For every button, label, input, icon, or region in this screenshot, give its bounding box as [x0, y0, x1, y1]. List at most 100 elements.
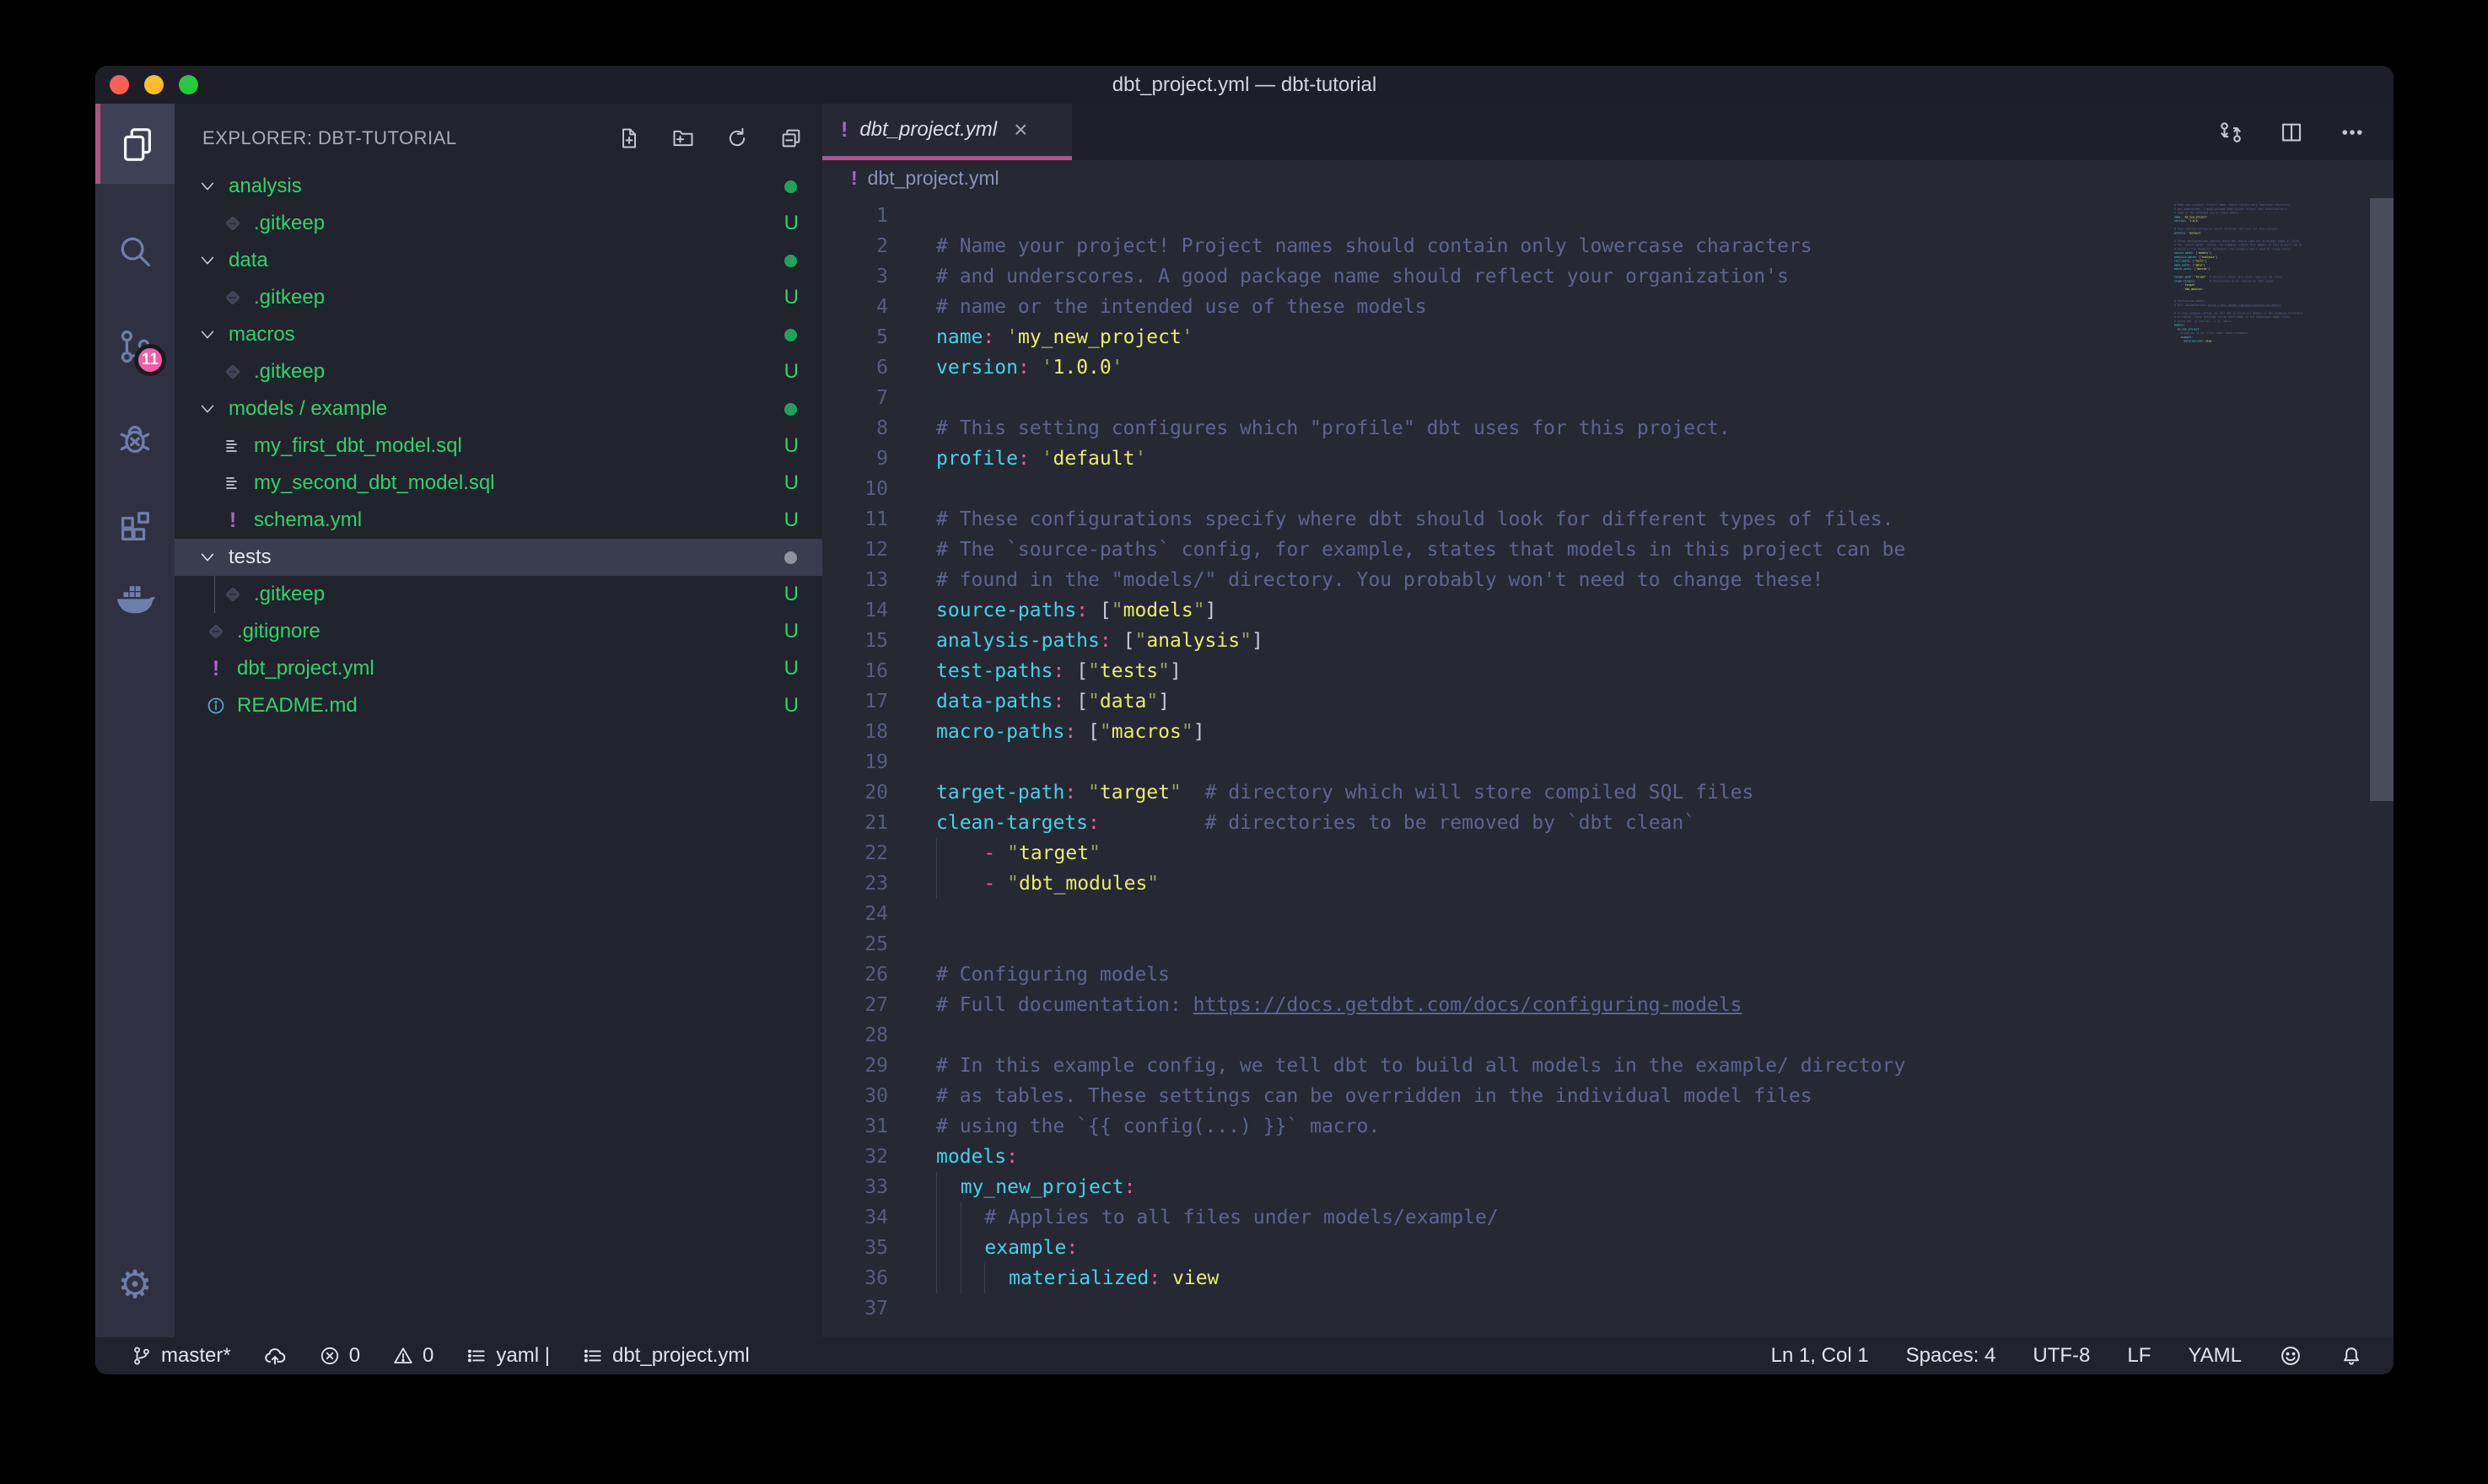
activity-item-settings[interactable]: ⚙	[95, 1244, 175, 1324]
tree-item-label: README.md	[237, 694, 358, 718]
list-selection-icon	[466, 1345, 487, 1367]
code-line-33: 33 my_new_project:	[822, 1172, 2394, 1202]
chevron-down-icon	[197, 400, 218, 418]
chevron-down-icon	[197, 251, 218, 270]
line-number: 18	[822, 717, 888, 747]
tree-item-label: data	[229, 249, 268, 272]
tree-item-my-second-dbt-model-sql[interactable]: my_second_dbt_model.sqlU	[175, 465, 822, 502]
explorer-title: EXPLORER: DBT-TUTORIAL	[202, 127, 457, 149]
new-folder-button[interactable]	[670, 126, 696, 151]
line-number: 29	[822, 1051, 888, 1081]
activity-item-source-control[interactable]: 11	[95, 306, 175, 386]
code-line-26: 26# Configuring models	[822, 960, 2394, 990]
tree-item--gitkeep[interactable]: .gitkeepU	[175, 576, 822, 613]
line-number: 12	[822, 535, 888, 565]
activity-item-search[interactable]	[95, 211, 175, 291]
status-item-master-[interactable]: master*	[131, 1344, 231, 1368]
status-item-cloud-upload-icon[interactable]	[263, 1344, 287, 1368]
scrollbar-thumb[interactable]	[2370, 198, 2394, 801]
close-tab-icon[interactable]: ×	[1014, 116, 1027, 143]
editor-group: ! dbt_project.yml × ! dbt_project.yml 12…	[822, 104, 2394, 1337]
line-number: 9	[822, 444, 888, 474]
status-item-0[interactable]: 0	[392, 1344, 434, 1368]
line-number: 7	[822, 383, 888, 413]
line-content: test-paths: ["tests"]	[888, 656, 1182, 686]
status-item-lf[interactable]: LF	[2127, 1344, 2151, 1368]
title-bar[interactable]: dbt_project.yml — dbt-tutorial	[95, 66, 2394, 104]
line-number: 16	[822, 656, 888, 686]
tree-item-schema-yml[interactable]: !schema.ymlU	[175, 502, 822, 539]
tree-item-tests[interactable]: tests	[175, 539, 822, 576]
code-editor[interactable]: 12 # Name your project! Project names sho…	[822, 196, 2394, 1337]
tree-item-my-first-dbt-model-sql[interactable]: my_first_dbt_model.sqlU	[175, 427, 822, 465]
code-line-27: 27# Full documentation: https://docs.get…	[822, 990, 2394, 1020]
chevron-down-icon	[197, 548, 218, 567]
yaml-file-icon: !	[851, 167, 858, 190]
refresh-icon	[725, 126, 749, 150]
tab-dbt-project-yml[interactable]: ! dbt_project.yml ×	[822, 104, 1072, 160]
status-item-smiley-icon[interactable]	[2279, 1344, 2302, 1368]
git-untracked-badge: U	[784, 360, 799, 384]
line-number: 25	[822, 929, 888, 960]
sql-file-icon	[222, 436, 244, 456]
tree-item-analysis[interactable]: analysis	[175, 168, 822, 205]
code-line-18: 18macro-paths: ["macros"]	[822, 717, 2394, 747]
tree-item--gitignore[interactable]: .gitignoreU	[175, 613, 822, 650]
line-content	[888, 474, 936, 504]
line-content: analysis-paths: ["analysis"]	[888, 626, 1263, 656]
code-line-28: 28	[822, 1020, 2394, 1051]
tree-item-models-example[interactable]: models / example	[175, 390, 822, 427]
status-item-yaml[interactable]: YAML	[2188, 1344, 2242, 1368]
line-number: 24	[822, 899, 888, 929]
status-item-utf-8[interactable]: UTF-8	[2033, 1344, 2090, 1368]
files-icon	[118, 125, 157, 164]
status-item-bell-icon[interactable]	[2340, 1344, 2363, 1368]
tree-item--gitkeep[interactable]: .gitkeepU	[175, 279, 822, 316]
tree-item-data[interactable]: data	[175, 242, 822, 279]
line-content: # The `source-paths` config, for example…	[888, 535, 1905, 565]
status-item-label: 0	[423, 1344, 434, 1368]
line-number: 11	[822, 504, 888, 535]
minimap[interactable]: # Name your project! Project names shoul…	[2174, 199, 2370, 1322]
debug-icon	[116, 420, 154, 459]
new-file-button[interactable]	[617, 126, 642, 151]
code-line-31: 31# using the `{{ config(...) }}` macro.	[822, 1111, 2394, 1142]
line-number: 23	[822, 868, 888, 899]
activity-item-extensions[interactable]	[95, 487, 175, 567]
line-content: # Configuring models	[888, 960, 1170, 990]
code-line-20: 20target-path: "target" # directory whic…	[822, 777, 2394, 808]
tree-item-readme-md[interactable]: README.mdU	[175, 687, 822, 724]
tree-item--gitkeep[interactable]: .gitkeepU	[175, 353, 822, 390]
code-line-6: 6version: '1.0.0'	[822, 352, 2394, 383]
tree-item-dbt-project-yml[interactable]: !dbt_project.ymlU	[175, 650, 822, 687]
line-content	[888, 383, 936, 413]
line-number: 19	[822, 747, 888, 777]
code-line-4: 4# name or the intended use of these mod…	[822, 292, 2394, 322]
activity-item-explorer[interactable]	[95, 104, 175, 184]
activity-item-debug[interactable]	[95, 399, 175, 479]
tree-item-macros[interactable]: macros	[175, 316, 822, 353]
breadcrumb[interactable]: ! dbt_project.yml	[822, 160, 2394, 196]
status-item-yaml-[interactable]: yaml |	[466, 1344, 550, 1368]
tree-item--gitkeep[interactable]: .gitkeepU	[175, 205, 822, 242]
more-actions-button[interactable]	[2340, 120, 2365, 145]
status-item-ln-1-col-1[interactable]: Ln 1, Col 1	[1771, 1344, 1869, 1368]
explorer-sidebar: EXPLORER: DBT-TUTORIAL analysis.gitkeepU…	[175, 104, 822, 1337]
activity-item-docker[interactable]	[95, 558, 175, 638]
split-editor-button[interactable]	[2279, 120, 2304, 145]
line-number: 31	[822, 1111, 888, 1142]
status-item-label: Ln 1, Col 1	[1771, 1344, 1869, 1368]
status-item-0[interactable]: 0	[319, 1344, 360, 1368]
status-item-spaces-4[interactable]: Spaces: 4	[1906, 1344, 1996, 1368]
code-line-3: 3# and underscores. A good package name …	[822, 261, 2394, 292]
folder-modified-dot	[784, 255, 797, 267]
line-content: macro-paths: ["macros"]	[888, 717, 1205, 747]
refresh-button[interactable]	[724, 126, 750, 151]
code-line-19: 19	[822, 747, 2394, 777]
collapse-all-button[interactable]	[778, 126, 804, 151]
line-number: 3	[822, 261, 888, 292]
folder-modified-dot	[784, 551, 797, 564]
status-item-dbt-project-yml[interactable]: dbt_project.yml	[582, 1344, 750, 1368]
open-changes-button[interactable]	[2218, 120, 2243, 145]
status-item-label: dbt_project.yml	[612, 1344, 750, 1368]
